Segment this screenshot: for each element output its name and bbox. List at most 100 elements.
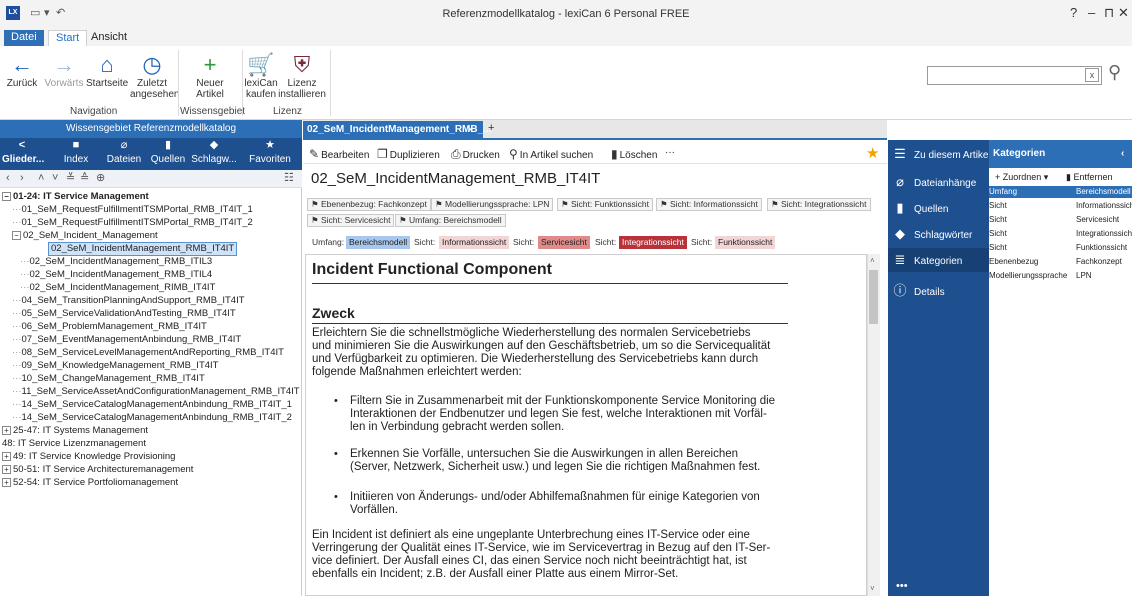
- nav-dateianhaenge[interactable]: ⌀ Dateianhänge: [892, 174, 976, 190]
- index-button[interactable]: ■ Index: [56, 140, 96, 166]
- tree-item[interactable]: +52-54: IT Service Portfoliomanagement: [2, 476, 178, 490]
- close-tab-icon[interactable]: ×: [467, 121, 473, 139]
- add-node-icon[interactable]: ⊕: [96, 171, 105, 184]
- tree-item[interactable]: ···02_SeM_IncidentManagement_RIMB_IT4IT: [20, 281, 215, 295]
- collapse-all-icon[interactable]: ≙: [80, 171, 89, 184]
- prev-icon[interactable]: ‹: [6, 172, 10, 184]
- down-icon[interactable]: ˅: [52, 172, 58, 184]
- category-row[interactable]: Sicht Servicesicht: [989, 214, 1132, 226]
- sources-button[interactable]: ▮ Quellen: [148, 140, 188, 166]
- collapse-panel-icon[interactable]: ‹: [1121, 140, 1124, 168]
- tree-item[interactable]: ···02_SeM_IncidentManagement_RMB_ITIL4: [20, 268, 212, 282]
- back-button[interactable]: ← Zurück: [4, 52, 40, 89]
- search-input[interactable]: [927, 66, 1102, 85]
- next-icon[interactable]: ›: [20, 172, 24, 184]
- tree-item[interactable]: +49: IT Service Knowledge Provisioning: [2, 450, 175, 464]
- home-button[interactable]: ⌂ Startseite: [86, 52, 128, 89]
- tab-datei[interactable]: Datei: [4, 30, 44, 46]
- tag-chip[interactable]: ⚑ Ebenenbezug: Fachkonzept: [307, 198, 431, 211]
- tree-item[interactable]: +25-47: IT Systems Management: [2, 424, 148, 438]
- tree-item[interactable]: ···08_SeM_ServiceLevelManagementAndRepor…: [12, 346, 284, 360]
- clear-search-icon[interactable]: x: [1085, 68, 1099, 82]
- buy-button[interactable]: 🛒 lexiCan kaufen: [244, 52, 278, 100]
- category-row[interactable]: Sicht Integrationssicht: [989, 228, 1132, 240]
- license-button[interactable]: ⛨ Lizenz installieren: [278, 52, 326, 100]
- tab-start[interactable]: Start: [48, 30, 88, 46]
- remove-button[interactable]: ▮ Entfernen: [1066, 172, 1112, 183]
- nav-kategorien[interactable]: ≣ Kategorien: [888, 248, 989, 272]
- recent-button[interactable]: ◷ Zuletzt angesehen: [130, 52, 180, 100]
- filter-icon[interactable]: ☷: [284, 171, 294, 184]
- more-button[interactable]: ···: [665, 147, 675, 158]
- collapse-icon[interactable]: −: [2, 191, 11, 201]
- edit-button[interactable]: ✎ Bearbeiten: [309, 147, 369, 161]
- tree-item[interactable]: ···04_SeM_TransitionPlanningAndSupport_R…: [12, 294, 245, 308]
- category-row[interactable]: Sicht Funktionssicht: [989, 242, 1132, 254]
- tree-item[interactable]: ···14_SeM_ServiceCatalogManagementAnbind…: [12, 398, 292, 412]
- tag-chip[interactable]: ⚑ Sicht: Servicesicht: [307, 214, 395, 227]
- new-article-button[interactable]: + Neuer Artikel: [182, 52, 238, 100]
- tree-item[interactable]: −02_SeM_Incident_Management: [12, 229, 158, 243]
- tree-item[interactable]: ···06_SeM_ProblemManagement_RMB_IT4IT: [12, 320, 207, 334]
- tree-item[interactable]: ···09_SeM_KnowledgeManagement_RMB_IT4IT: [12, 359, 218, 373]
- delete-button[interactable]: ▮ Löschen: [611, 147, 657, 161]
- tree-item[interactable]: ···14_SeM_ServiceCatalogManagementAnbind…: [12, 411, 292, 425]
- category-row[interactable]: Umfang Bereichsmodell: [989, 186, 1132, 198]
- tag-chip[interactable]: ⚑ Sicht: Integrationssicht: [767, 198, 871, 211]
- tree-item[interactable]: ···10_SeM_ChangeManagement_RMB_IT4IT: [12, 372, 205, 386]
- tree-item[interactable]: ···05_SeM_ServiceValidationAndTesting_RM…: [12, 307, 236, 321]
- restore-icon[interactable]: ⊓: [1104, 5, 1114, 21]
- files-button[interactable]: ⌀ Dateien: [104, 140, 144, 166]
- minimize-icon[interactable]: –: [1088, 5, 1095, 20]
- more-icon[interactable]: •••: [896, 580, 908, 592]
- tree-item[interactable]: ···01_SeM_RequestFulfillmentITSMPortal_R…: [12, 216, 253, 230]
- tree-item[interactable]: ···11_SeM_ServiceAssetAndConfigurationMa…: [12, 385, 300, 399]
- tree-item[interactable]: 48: IT Service Lizenzmanagement: [2, 437, 146, 451]
- search-in-article-button[interactable]: ⚲ In Artikel suchen: [509, 147, 593, 161]
- category-row[interactable]: Sicht Informationssicht: [989, 200, 1132, 212]
- new-tab-icon[interactable]: +: [488, 122, 494, 134]
- tree-item[interactable]: ···02_SeM_IncidentManagement_RMB_ITIL3: [20, 255, 212, 269]
- plus-icon: +: [995, 172, 1003, 182]
- category-row[interactable]: Modellierungssprache LPN: [989, 270, 1132, 282]
- category-row[interactable]: Ebenenbezug Fachkonzept: [989, 256, 1132, 268]
- print-button[interactable]: ⎙ Drucken: [451, 147, 500, 162]
- expand-icon[interactable]: +: [2, 451, 11, 461]
- tag-chip[interactable]: ⚑ Sicht: Informationssicht: [656, 198, 762, 211]
- favorites-button[interactable]: ★ Favoriten: [246, 140, 294, 166]
- scroll-down-icon[interactable]: ˅: [870, 584, 875, 593]
- tag-chip[interactable]: ⚑ Modellierungssprache: LPN: [431, 198, 554, 211]
- nav-schlagwoerter[interactable]: ◆ Schlagwörter: [892, 226, 972, 242]
- duplicate-button[interactable]: ❐ Duplizieren: [377, 147, 440, 161]
- back-label: Zurück: [6, 78, 38, 89]
- tree-item[interactable]: ···07_SeM_EventManagementAnbindung_RMB_I…: [12, 333, 241, 347]
- nav-quellen[interactable]: ▮ Quellen: [892, 200, 948, 216]
- expand-icon[interactable]: +: [2, 477, 11, 487]
- outline-button[interactable]: < Glieder...: [2, 140, 44, 166]
- close-icon[interactable]: ✕: [1118, 5, 1129, 21]
- expand-icon[interactable]: +: [2, 425, 11, 435]
- search-icon[interactable]: ⚲: [1108, 62, 1121, 83]
- expand-icon[interactable]: +: [2, 464, 11, 474]
- tree-item[interactable]: −01-24: IT Service Management: [2, 190, 149, 204]
- tab-ansicht[interactable]: Ansicht: [84, 30, 134, 46]
- tree-item[interactable]: +50-51: IT Service Architecturemanagemen…: [2, 463, 193, 477]
- scroll-up-icon[interactable]: ˄: [870, 256, 875, 265]
- up-icon[interactable]: ˄: [38, 172, 44, 184]
- document-tab[interactable]: 02_SeM_IncidentManagement_RMB_...: [303, 121, 492, 139]
- help-icon[interactable]: ?: [1070, 5, 1077, 20]
- expand-all-icon[interactable]: ≚: [66, 171, 75, 184]
- tag-chip[interactable]: ⚑ Umfang: Bereichsmodell: [395, 214, 506, 227]
- tree-item[interactable]: ···01_SeM_RequestFulfillmentITSMPortal_R…: [12, 203, 253, 217]
- nav-zu-diesem-artikel[interactable]: ☰ Zu diesem Artikel: [892, 146, 991, 162]
- assign-button[interactable]: + Zuordnen ▾: [995, 172, 1048, 183]
- tree-item[interactable]: 02_SeM_IncidentManagement_RMB_IT4IT: [48, 242, 238, 256]
- collapse-icon[interactable]: −: [12, 230, 21, 240]
- tag-label: Modellierungssprache: LPN: [444, 199, 550, 209]
- favorite-star-icon[interactable]: ★: [866, 144, 879, 162]
- nav-details[interactable]: ⓘ Details: [892, 280, 944, 299]
- tag-chip[interactable]: ⚑ Sicht: Funktionssicht: [557, 198, 653, 211]
- scrollbar-thumb[interactable]: [869, 270, 878, 324]
- forward-button[interactable]: → Vorwärts: [44, 52, 84, 89]
- keywords-button[interactable]: ◆ Schlagw...: [188, 140, 240, 166]
